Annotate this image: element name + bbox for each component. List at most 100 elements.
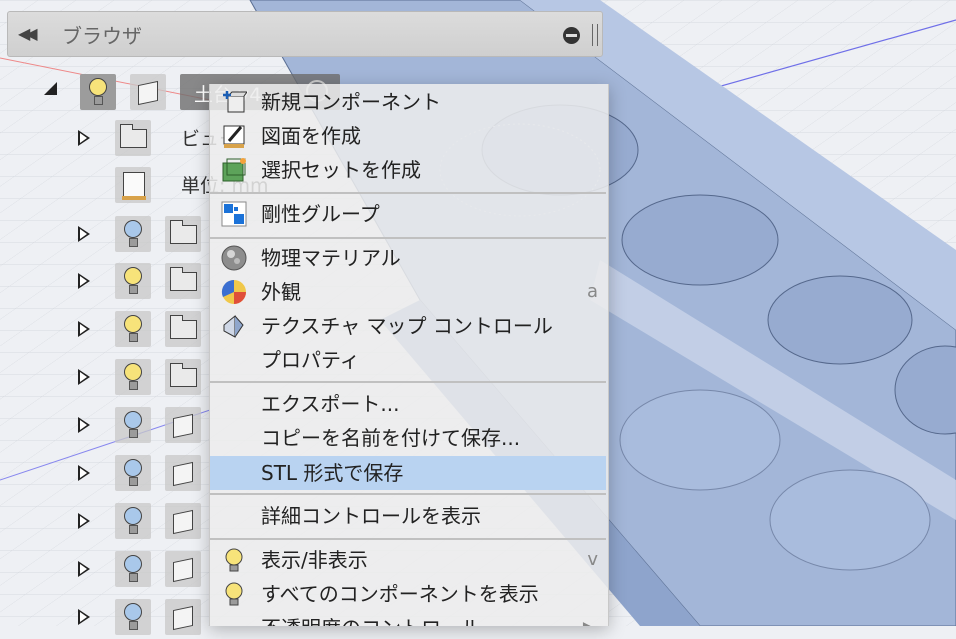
lightbulb-icon: [124, 267, 142, 294]
visibility-toggle[interactable]: [115, 455, 151, 491]
menu-separator: [210, 237, 606, 239]
context-menu: 新規コンポーネント 図面を作成 選択セットを作成 剛性グループ 物理マテリアル: [209, 84, 609, 626]
pin-panel-icon[interactable]: [563, 27, 580, 44]
menu-separator: [210, 538, 606, 540]
shortcut-key: v: [587, 549, 598, 570]
lightbulb-icon: [124, 363, 142, 390]
shortcut-key: a: [586, 281, 598, 302]
visibility-toggle[interactable]: [115, 407, 151, 443]
lightbulb-icon: [225, 548, 243, 572]
panel-resize-grip[interactable]: [592, 24, 598, 46]
folder-icon: [169, 267, 197, 291]
folder-icon: [169, 220, 197, 244]
tree-row-component[interactable]: [0, 499, 208, 543]
menu-item-label: 図面を作成: [261, 124, 361, 148]
folder-icon: [119, 124, 147, 148]
tree-row-construction[interactable]: [0, 355, 208, 399]
menu-item-label: 表示/非表示: [261, 548, 368, 572]
menu-item-create-selection-set[interactable]: 選択セットを作成: [210, 153, 606, 187]
component-icon: [173, 461, 193, 487]
tree-row-component[interactable]: [0, 451, 208, 495]
menu-separator: [210, 493, 606, 495]
menu-item-label: プロパティ: [261, 348, 360, 372]
visibility-toggle[interactable]: [115, 503, 151, 539]
expand-arrow-icon[interactable]: [78, 513, 90, 529]
menu-item-label: テクスチャ マップ コントロール: [261, 314, 553, 338]
folder-cell: [165, 359, 201, 395]
menu-item-label: 詳細コントロールを表示: [261, 504, 481, 528]
menu-item-save-as-stl[interactable]: STL 形式で保存: [210, 456, 606, 490]
visibility-toggle[interactable]: [115, 599, 151, 635]
folder-cell: [165, 216, 201, 252]
tree-row-origin[interactable]: [0, 212, 208, 256]
collapse-panel-icon[interactable]: ◀◀: [18, 24, 37, 43]
visibility-toggle[interactable]: [115, 359, 151, 395]
units-cell: [115, 167, 151, 203]
menu-item-opacity-control[interactable]: 不透明度のコントロール ▶: [210, 611, 606, 626]
lightbulb-off-icon: [124, 555, 142, 582]
component-cell: [165, 551, 201, 587]
menu-item-create-drawing[interactable]: 図面を作成: [210, 119, 606, 153]
expand-arrow-icon[interactable]: [78, 369, 90, 385]
menu-item-properties[interactable]: プロパティ: [210, 343, 606, 377]
folder-icon: [169, 363, 197, 387]
expanded-triangle-icon[interactable]: [44, 82, 57, 95]
menu-separator: [210, 192, 606, 194]
visibility-toggle[interactable]: [115, 263, 151, 299]
menu-item-label: 新規コンポーネント: [261, 90, 441, 114]
lightbulb-icon: [225, 582, 243, 606]
folder-cell: [115, 120, 151, 156]
menu-item-rigid-group[interactable]: 剛性グループ: [210, 197, 606, 231]
menu-item-label: STL 形式で保存: [261, 461, 404, 485]
component-icon: [138, 80, 158, 106]
menu-item-physical-material[interactable]: 物理マテリアル: [210, 241, 606, 275]
menu-item-texture-map-control[interactable]: テクスチャ マップ コントロール: [210, 309, 606, 343]
menu-item-label: エクスポート...: [261, 392, 400, 416]
component-cell: [165, 599, 201, 635]
tree-row-units[interactable]: 単位: mm: [0, 163, 268, 207]
tree-row-component[interactable]: [0, 547, 208, 591]
menu-item-show-detail-controls[interactable]: 詳細コントロールを表示: [210, 499, 606, 533]
expand-arrow-icon[interactable]: [78, 465, 90, 481]
folder-icon: [169, 315, 197, 339]
component-icon: [173, 605, 193, 631]
visibility-toggle[interactable]: [115, 551, 151, 587]
visibility-toggle[interactable]: [115, 311, 151, 347]
expand-arrow-icon[interactable]: [78, 226, 90, 242]
lightbulb-off-icon: [124, 220, 142, 247]
expand-arrow-icon[interactable]: [78, 561, 90, 577]
menu-item-save-copy-as[interactable]: コピーを名前を付けて保存...: [210, 421, 606, 455]
drawing-icon: [223, 125, 245, 148]
expand-arrow-icon[interactable]: [78, 130, 90, 146]
menu-separator: [210, 381, 606, 383]
menu-item-new-component[interactable]: 新規コンポーネント: [210, 85, 606, 119]
expand-arrow-icon[interactable]: [78, 273, 90, 289]
root-visibility-toggle[interactable]: [80, 74, 116, 110]
menu-item-show-all-components[interactable]: すべてのコンポーネントを表示: [210, 577, 606, 611]
tree-row-component[interactable]: [0, 403, 208, 447]
new-component-icon: [223, 91, 247, 113]
component-cell: [165, 407, 201, 443]
visibility-toggle[interactable]: [115, 216, 151, 252]
menu-item-show-hide[interactable]: 表示/非表示 v: [210, 543, 606, 577]
menu-item-appearance[interactable]: 外観 a: [210, 275, 606, 309]
component-icon: [173, 509, 193, 535]
menu-item-label: 不透明度のコントロール: [261, 611, 481, 626]
browser-panel-header: ◀◀ ブラウザ: [7, 11, 603, 57]
component-cell: [165, 503, 201, 539]
rigid-group-icon: [221, 201, 247, 227]
tree-row-views[interactable]: ビュー: [0, 116, 238, 160]
component-icon: [173, 557, 193, 583]
expand-arrow-icon[interactable]: [78, 609, 90, 625]
folder-cell: [165, 311, 201, 347]
tree-row-bodies[interactable]: [0, 259, 208, 303]
expand-arrow-icon[interactable]: [78, 417, 90, 433]
browser-title: ブラウザ: [62, 24, 142, 48]
tree-row-component[interactable]: [0, 595, 208, 639]
menu-item-label: すべてのコンポーネントを表示: [261, 582, 539, 606]
tree-row-sketches[interactable]: [0, 307, 208, 351]
expand-arrow-icon[interactable]: [78, 321, 90, 337]
selection-set-icon: [222, 158, 246, 182]
texture-map-icon: [223, 314, 244, 338]
menu-item-export[interactable]: エクスポート...: [210, 387, 606, 421]
